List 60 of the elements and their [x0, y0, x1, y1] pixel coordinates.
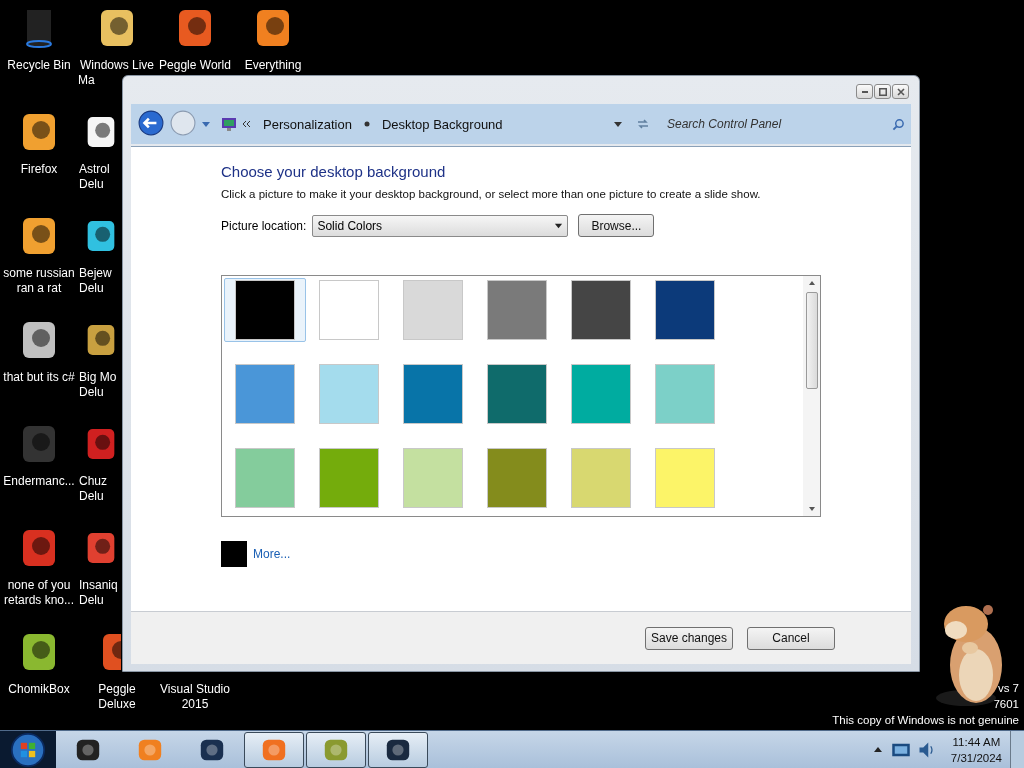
icon-label[interactable]: Peggle Deluxe: [78, 682, 156, 712]
search-field[interactable]: Search Control Panel: [665, 116, 892, 132]
close-button[interactable]: [892, 84, 909, 99]
taskbar-button[interactable]: [306, 731, 366, 768]
icon-label[interactable]: Endermanc...: [0, 474, 78, 489]
description-text: Click a picture to make it your desktop background, or select more than one picture to create a slide show.: [221, 188, 762, 200]
taskbar-button[interactable]: [368, 731, 428, 768]
search-icon: [892, 117, 905, 131]
icon-label[interactable]: that but its c#: [0, 370, 78, 385]
arrow-left-icon: [138, 110, 164, 136]
color-swatch[interactable]: [221, 541, 247, 567]
start-orb-icon: [10, 731, 46, 768]
icon-label[interactable]: Recycle Bin: [0, 58, 78, 73]
maximize-button[interactable]: [874, 84, 891, 99]
watermark-text: vs 7: [997, 681, 1019, 696]
scroll-thumb[interactable]: [805, 292, 818, 389]
icon-label[interactable]: Peggle World: [156, 58, 234, 73]
taskbar-button[interactable]: [244, 731, 304, 768]
minimize-icon: [861, 90, 868, 93]
cancel-button[interactable]: Cancel: [747, 626, 835, 650]
icon-label[interactable]: Chuz Delu: [79, 474, 121, 504]
icon-label[interactable]: Visual Studio 2015: [156, 682, 234, 712]
back-button[interactable]: [137, 110, 165, 138]
icon-label[interactable]: Everything: [234, 58, 312, 73]
icon-label[interactable]: Firefox: [0, 162, 78, 177]
start-button[interactable]: [0, 730, 56, 768]
icon-label[interactable]: none of you retards kno...: [0, 578, 78, 608]
circle-icon: [170, 110, 196, 136]
scrollbar[interactable]: [803, 276, 820, 516]
arrow-up-icon[interactable]: [807, 280, 816, 286]
watermark-text: 7601: [993, 697, 1019, 712]
maximize-icon: [878, 87, 887, 96]
page-heading: Choose your desktop background: [221, 163, 447, 180]
icon-label[interactable]: ChomikBox: [0, 682, 78, 697]
minimize-button[interactable]: [856, 84, 873, 99]
icon-label[interactable]: Bejew Delu: [79, 266, 121, 296]
icon-label[interactable]: some russian ran a rat: [0, 266, 78, 296]
show-desktop-button[interactable]: [1010, 730, 1024, 768]
swatch-item[interactable]: [224, 278, 306, 342]
dropdown-icon[interactable]: [613, 119, 623, 129]
clock[interactable]: 11:44 AM 7/31/2024: [942, 733, 1010, 766]
chevron-icon[interactable]: [241, 119, 251, 129]
breadcrumb-item[interactable]: Desktop Background: [373, 116, 511, 132]
monitor-icon: [221, 116, 237, 132]
browse-button[interactable]: Browse...: [578, 214, 655, 237]
separator-icon: [363, 121, 370, 127]
icon-label[interactable]: Big Mo Delu: [79, 370, 121, 400]
location-dropdown[interactable]: Solid Colors: [312, 214, 569, 237]
icon-label[interactable]: Windows Live Ma: [78, 58, 156, 88]
location-label: Picture location:: [221, 218, 307, 233]
icon-label[interactable]: Insaniq Delu: [79, 578, 121, 608]
more-link[interactable]: More...: [253, 547, 291, 561]
close-icon: [896, 87, 905, 96]
breadcrumb-item[interactable]: Personalization: [255, 116, 360, 132]
arrow-down-icon[interactable]: [807, 506, 816, 512]
save-button[interactable]: Save changes: [645, 626, 733, 650]
icon-label[interactable]: Astrol Delu: [79, 162, 121, 192]
dropdown-icon: [554, 221, 564, 230]
watermark-text: This copy of Windows is not genuine: [832, 713, 1019, 728]
dropdown-icon[interactable]: [201, 119, 211, 129]
